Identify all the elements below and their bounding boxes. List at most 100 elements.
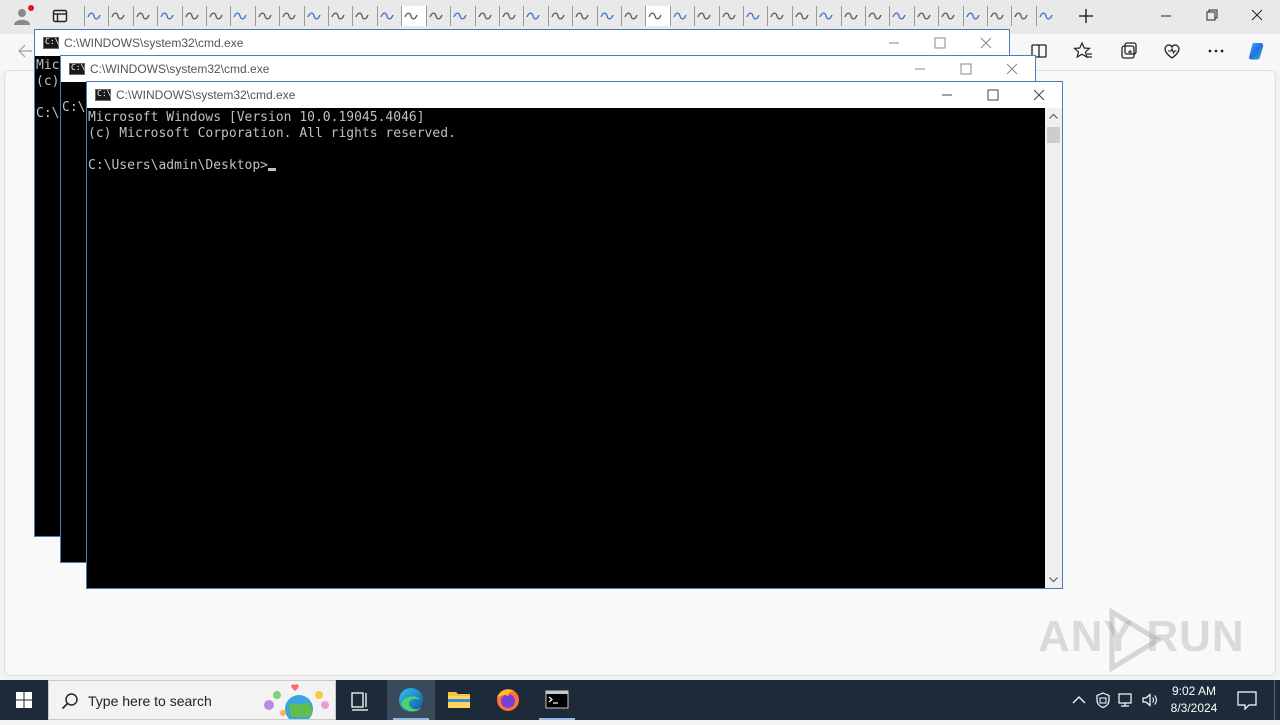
show-desktop-button[interactable] — [1274, 680, 1280, 720]
scroll-down-arrow-icon[interactable] — [1045, 571, 1062, 588]
taskbar-search-box[interactable]: Type here to search — [48, 680, 336, 720]
notification-dot — [28, 5, 34, 11]
browser-tab[interactable] — [596, 6, 621, 26]
close-icon[interactable] — [989, 56, 1035, 82]
browser-tab[interactable] — [303, 6, 328, 26]
browser-tab[interactable] — [157, 6, 181, 26]
browser-tab[interactable] — [645, 6, 670, 26]
tab-favicon-icon — [1039, 12, 1053, 20]
collections-icon[interactable] — [1117, 40, 1139, 62]
browser-tab[interactable] — [987, 6, 1011, 26]
more-options-icon[interactable] — [1205, 40, 1227, 62]
tab-favicon-icon — [233, 12, 248, 20]
browser-tab[interactable] — [376, 6, 401, 26]
console-prompt-line[interactable]: C:\Users\admin\Desktop> — [88, 158, 1045, 174]
tab-favicon-icon — [697, 12, 711, 20]
cmd-title-bar[interactable]: C:\WINDOWS\system32\cmd.exe — [61, 56, 1035, 82]
browser-tab[interactable] — [938, 6, 962, 26]
defender-icon[interactable] — [1094, 691, 1112, 709]
close-icon[interactable] — [963, 30, 1009, 56]
console-output[interactable]: Microsoft Windows [Version 10.0.19045.40… — [87, 108, 1045, 588]
taskbar-clock[interactable]: 9:02 AM 8/3/2024 — [1162, 683, 1226, 717]
cmd-icon — [43, 37, 59, 49]
maximize-icon[interactable] — [917, 30, 963, 56]
browser-tab[interactable] — [328, 6, 352, 26]
cmd-window-title: C:\WINDOWS\system32\cmd.exe — [90, 62, 270, 76]
tab-favicon-icon — [721, 12, 736, 20]
browser-tab[interactable] — [962, 6, 987, 26]
new-tab-icon[interactable] — [1076, 6, 1096, 26]
taskbar-app-file-explorer[interactable] — [435, 680, 483, 720]
browser-tab[interactable] — [913, 6, 938, 26]
browser-tab[interactable] — [401, 6, 426, 26]
volume-icon[interactable] — [1141, 691, 1159, 709]
browser-tab[interactable] — [206, 6, 230, 26]
browser-restore-icon[interactable] — [1199, 6, 1223, 26]
windows-logo-icon[interactable] — [0, 680, 48, 720]
tab-favicon-icon — [209, 12, 223, 20]
browser-minimize-icon[interactable] — [1154, 6, 1178, 26]
maximize-icon[interactable] — [970, 82, 1016, 108]
browser-tab[interactable] — [1011, 6, 1035, 26]
browser-tab[interactable] — [425, 6, 450, 26]
browser-tab[interactable] — [816, 6, 840, 26]
browser-tab[interactable] — [181, 6, 206, 26]
task-view-icon[interactable] — [336, 680, 384, 720]
browser-tab[interactable] — [889, 6, 913, 26]
taskbar-app-firefox[interactable] — [484, 680, 532, 720]
browser-tab[interactable] — [254, 6, 279, 26]
browser-tab[interactable] — [523, 6, 547, 26]
tab-favicon-icon — [87, 12, 101, 20]
browser-essentials-icon[interactable] — [1161, 40, 1183, 62]
browser-tab[interactable] — [767, 6, 791, 26]
browser-tab[interactable] — [108, 6, 132, 26]
favorites-icon[interactable] — [1072, 40, 1094, 62]
close-icon[interactable] — [1016, 82, 1062, 108]
browser-tab[interactable] — [840, 6, 865, 26]
browser-tab[interactable] — [84, 6, 108, 26]
scroll-up-arrow-icon[interactable] — [1045, 108, 1062, 125]
tab-favicon-icon — [966, 12, 980, 20]
browser-tab[interactable] — [718, 6, 743, 26]
browser-tab[interactable] — [865, 6, 889, 26]
taskbar-app-cmd[interactable] — [533, 680, 581, 720]
vertical-scrollbar[interactable] — [1045, 108, 1062, 588]
copilot-icon[interactable] — [1246, 40, 1268, 62]
tab-favicon-icon — [599, 12, 614, 20]
browser-tab[interactable] — [352, 6, 376, 26]
taskbar-app-edge[interactable] — [387, 680, 435, 720]
tab-favicon-icon — [673, 12, 687, 20]
network-icon[interactable] — [1117, 691, 1135, 709]
browser-tab[interactable] — [474, 6, 499, 26]
maximize-icon[interactable] — [943, 56, 989, 82]
tab-actions-icon[interactable] — [52, 8, 68, 24]
browser-tab[interactable] — [694, 6, 718, 26]
cmd-title-bar[interactable]: C:\WINDOWS\system32\cmd.exe — [87, 82, 1062, 108]
browser-tab[interactable] — [498, 6, 523, 26]
browser-tab[interactable] — [450, 6, 474, 26]
file-explorer-icon — [448, 692, 470, 708]
browser-tab[interactable] — [279, 6, 303, 26]
minimize-icon[interactable] — [897, 56, 943, 82]
minimize-icon[interactable] — [924, 82, 970, 108]
scrollbar-thumb[interactable] — [1047, 127, 1060, 143]
browser-tab[interactable] — [1035, 6, 1060, 26]
tab-favicon-icon — [111, 12, 126, 20]
back-arrow-icon[interactable] — [16, 42, 34, 60]
cmd-window-active[interactable]: C:\WINDOWS\system32\cmd.exe Microsoft Wi… — [86, 81, 1063, 589]
browser-tab[interactable] — [572, 6, 596, 26]
browser-tab[interactable] — [791, 6, 816, 26]
browser-close-icon[interactable] — [1245, 6, 1269, 26]
cmd-title-bar[interactable]: C:\WINDOWS\system32\cmd.exe — [35, 30, 1009, 56]
browser-tab[interactable] — [132, 6, 157, 26]
browser-tab[interactable] — [620, 6, 645, 26]
chevron-up-icon[interactable] — [1070, 691, 1088, 709]
system-tray — [1066, 680, 1166, 720]
browser-tab[interactable] — [230, 6, 254, 26]
browser-tab[interactable] — [547, 6, 572, 26]
minimize-icon[interactable] — [871, 30, 917, 56]
browser-tab[interactable] — [669, 6, 694, 26]
tab-favicon-icon — [1014, 12, 1029, 20]
action-center-icon[interactable] — [1234, 688, 1260, 712]
browser-tab[interactable] — [742, 6, 767, 26]
